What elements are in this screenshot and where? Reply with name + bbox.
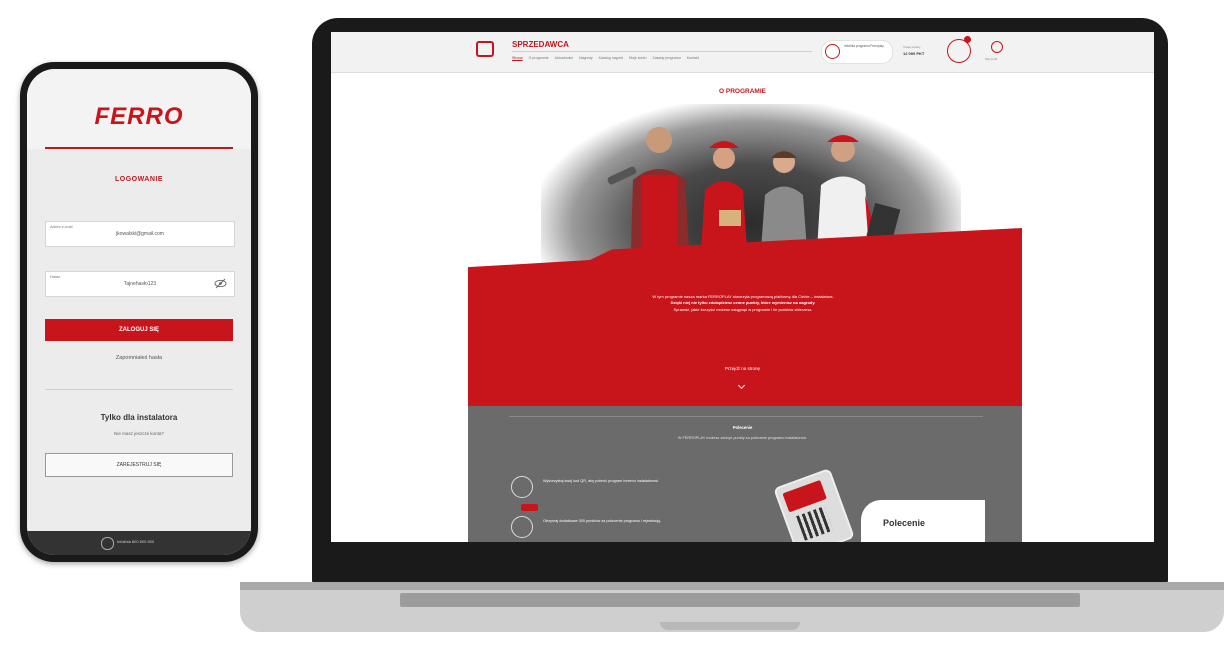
- hotline-text: Infolinia programu Ferroplay: [844, 44, 884, 48]
- ferroplay-logo[interactable]: [476, 41, 494, 57]
- intro-text: W tym programie nasza marka FERROPLAY st…: [551, 294, 935, 313]
- register-button[interactable]: ZAREJESTRUJ SIĘ: [45, 453, 233, 477]
- nav-item-news[interactable]: Aktualności: [555, 56, 573, 60]
- login-button[interactable]: ZALOGUJ SIĘ: [45, 319, 233, 341]
- divider: [45, 389, 233, 390]
- laptop-screen: SPRZEDAWCA Strona O programie Aktualnośc…: [331, 32, 1154, 542]
- laptop-notch: [660, 622, 800, 630]
- nav-item-rewards[interactable]: Nagrody: [579, 56, 593, 60]
- smartphone-mockup: FERRO LOGOWANIE Adres e-mail jkowalski@g…: [20, 62, 258, 562]
- profile-label[interactable]: Mój profil: [985, 57, 997, 61]
- user-icon[interactable]: [991, 41, 1003, 53]
- phone-icon: [101, 537, 114, 550]
- password-label: Hasło: [50, 274, 61, 279]
- qr-code: [796, 506, 834, 541]
- footer-text: Infolinia 800 800 800: [117, 539, 155, 544]
- benefit-1: Wykorzystaj swój kod QR, aby polecić pro…: [543, 479, 660, 483]
- laptop-vent: [400, 593, 1080, 607]
- eye-icon[interactable]: [214, 278, 227, 289]
- bonus-badge: [521, 504, 538, 511]
- role-title: SPRZEDAWCA: [512, 40, 569, 49]
- users-icon: [511, 516, 533, 538]
- installers-heading: Tylko dla instalatora: [100, 413, 178, 422]
- cart-badge: [964, 36, 971, 43]
- phone-footer: Infolinia 800 800 800: [27, 531, 251, 555]
- phone-icon: [825, 44, 840, 59]
- laptop-hinge: [240, 582, 1224, 590]
- nav-item-rules[interactable]: Zasady programu: [653, 56, 681, 60]
- more-link[interactable]: Przejdź na stronę: [331, 366, 1154, 371]
- password-field[interactable]: Hasło Tajnehasło123: [45, 271, 235, 297]
- benefit-2: Otrzymaj dodatkowe 300 punktów za polece…: [543, 519, 662, 523]
- nav-item-account[interactable]: Moje konto: [629, 56, 647, 60]
- email-field[interactable]: Adres e-mail jkowalski@gmail.com: [45, 221, 235, 247]
- points-label: Twoje punkty: [903, 45, 921, 49]
- email-value: jkowalski@gmail.com: [116, 231, 164, 237]
- qr-code-icon: [511, 476, 533, 498]
- nav-item-catalog[interactable]: Katalog nagród: [599, 56, 623, 60]
- page-title: O PROGRAMIE: [719, 88, 766, 95]
- team-photo: [607, 127, 901, 250]
- password-value: Tajnehasło123: [123, 281, 157, 287]
- email-label: Adres e-mail: [50, 224, 73, 229]
- nav-item-contact[interactable]: Kontakt: [687, 56, 699, 60]
- installers-subtext: Nie masz jeszcze konta?: [114, 431, 164, 436]
- section-divider: [509, 416, 983, 417]
- forgot-password-link[interactable]: Zapomniałeś hasła: [27, 355, 251, 361]
- referral-subtitle: W FERROPLAY możesz zdobyć punkty za pole…: [677, 436, 808, 440]
- nav-item-about[interactable]: O programie: [529, 56, 549, 60]
- intro-line-3: Sprawdź, jakie korzyści możesz osiągnąć …: [673, 306, 813, 312]
- phone-screen: FERRO LOGOWANIE Adres e-mail jkowalski@g…: [27, 69, 251, 555]
- nav-item-home[interactable]: Strona: [512, 56, 523, 60]
- referral-title: Polecenie: [732, 425, 753, 430]
- main-nav: Strona O programie Aktualności Nagrody K…: [512, 56, 699, 60]
- site-header: SPRZEDAWCA Strona O programie Aktualnośc…: [331, 32, 1154, 73]
- card-title: Polecenie: [883, 518, 926, 528]
- points-value: 12 000 PKT: [903, 51, 925, 56]
- ferro-logo: FERRO: [94, 103, 184, 130]
- header-divider: [512, 51, 812, 52]
- hotline-box[interactable]: Infolinia programu Ferroplay: [821, 40, 893, 64]
- logo-divider: [45, 147, 233, 149]
- login-title: LOGOWANIE: [114, 176, 164, 183]
